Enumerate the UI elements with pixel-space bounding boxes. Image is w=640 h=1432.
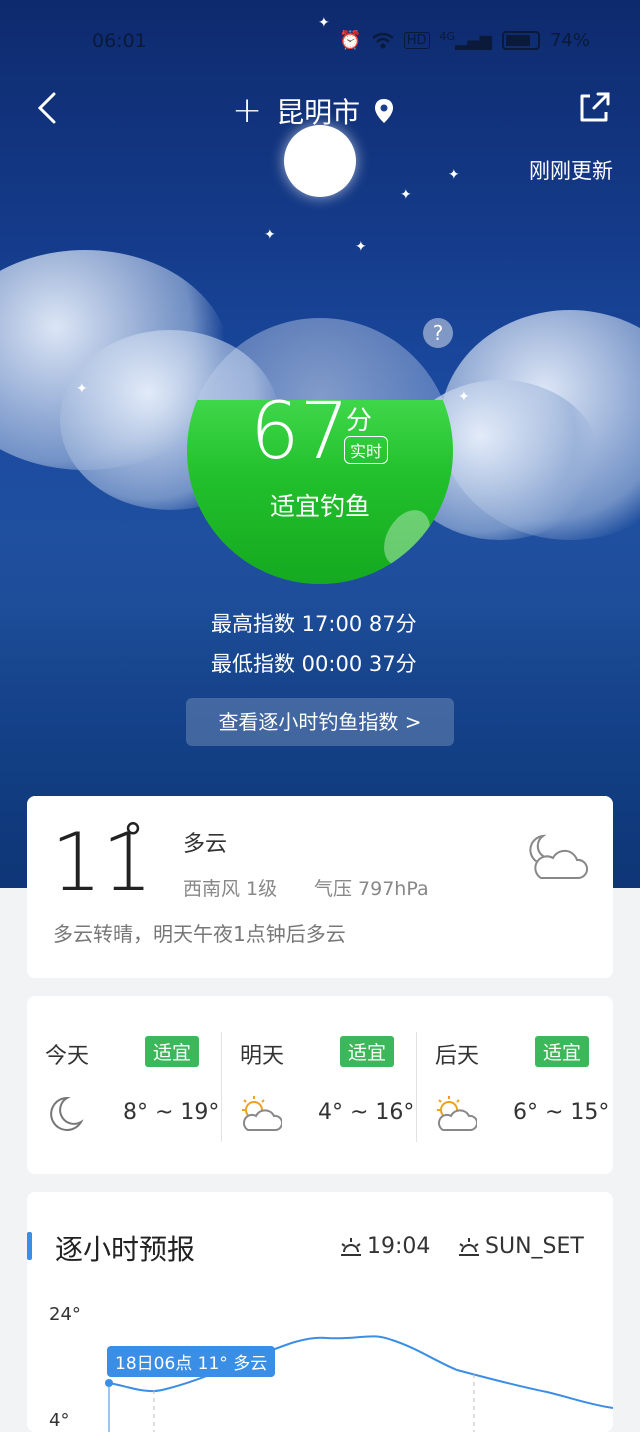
- temp-range: 4° ~ 16°: [318, 1100, 415, 1125]
- moon-icon: [50, 1096, 84, 1131]
- wifi-icon: [371, 32, 394, 48]
- suitable-badge: 适宜: [340, 1036, 395, 1067]
- degree-symbol: °: [123, 816, 143, 862]
- help-icon[interactable]: ?: [423, 318, 453, 348]
- hourly-tooltip: 18日06点 11° 多云: [107, 1346, 276, 1377]
- partly-cloudy-icon: [437, 1096, 477, 1131]
- sunrise-icon: [341, 1237, 361, 1256]
- moon-icon: [284, 125, 356, 197]
- sunset-icon: [459, 1237, 479, 1256]
- battery-icon: [501, 31, 540, 50]
- forecast-day-label: 今天: [45, 1044, 90, 1069]
- sunrise-info: 19:04: [339, 1234, 430, 1259]
- max-index: 最高指数 17:00 87分: [211, 612, 417, 636]
- signal-icon: 4G▂▄▆: [439, 30, 492, 50]
- score-unit: 分: [346, 406, 373, 436]
- alarm-icon: ⏰: [339, 30, 362, 51]
- weather-description: 多云转晴，明天午夜1点钟后多云: [53, 922, 346, 946]
- fishing-suitability: 适宜钓鱼: [269, 492, 370, 521]
- forecast-tomorrow[interactable]: 明天 适宜 4° ~ 16°: [222, 996, 417, 1174]
- star: ✦: [448, 167, 460, 183]
- wind-info: 西南风 1级: [183, 878, 278, 900]
- suitable-badge: 适宜: [145, 1036, 200, 1067]
- forecast-today[interactable]: 今天 适宜 8° ~ 19°: [27, 996, 222, 1174]
- share-button[interactable]: [574, 88, 614, 128]
- section-accent-bar: [27, 1232, 32, 1260]
- cloudy-night-icon: [529, 834, 588, 879]
- forecast-card: 今天 适宜 8° ~ 19° 明天 适宜 4° ~ 16° 后天 适宜 6° ~…: [27, 996, 613, 1174]
- hourly-fishing-button[interactable]: 查看逐小时钓鱼指数 >: [186, 698, 454, 746]
- star: ✦: [318, 15, 330, 31]
- min-index: 最低指数 00:00 37分: [211, 652, 417, 676]
- suitable-badge: 适宜: [535, 1036, 590, 1067]
- star: ✦: [458, 389, 470, 405]
- realtime-badge: 实时: [344, 436, 389, 464]
- back-button[interactable]: [30, 88, 70, 128]
- add-city-icon[interactable]: +: [232, 90, 262, 131]
- pressure-info: 气压 797hPa: [314, 878, 429, 900]
- hd-icon: HD: [403, 32, 430, 49]
- sunset-time: SUN_SET: [485, 1234, 584, 1259]
- battery-level: 74%: [549, 30, 590, 51]
- partly-cloudy-icon: [242, 1096, 282, 1131]
- network-label: 4G: [439, 30, 456, 43]
- location-pin-icon: [375, 98, 394, 123]
- star: ✦: [355, 239, 367, 255]
- status-bar: 06:01 ⏰ HD 4G▂▄▆ 74%: [0, 30, 640, 58]
- hourly-title: 逐小时预报: [55, 1233, 196, 1266]
- fishing-score: 67: [250, 387, 350, 477]
- sunset-info: SUN_SET: [457, 1234, 584, 1259]
- current-weather-card[interactable]: 11 ° 多云 西南风 1级 气压 797hPa 多云转晴，明天午夜1点钟后多云: [27, 796, 613, 978]
- hourly-temp-chart: [105, 1335, 613, 1432]
- status-time: 06:01: [92, 30, 147, 52]
- hourly-forecast-card: 逐小时预报 19:04 SUN_SET 24° 4° 18日06点 11° 多云: [27, 1192, 613, 1432]
- update-status: 刚刚更新: [529, 159, 613, 183]
- sunrise-time: 19:04: [367, 1234, 431, 1259]
- forecast-day-label: 明天: [240, 1044, 285, 1069]
- temp-range: 8° ~ 19°: [123, 1100, 220, 1125]
- star: ✦: [400, 187, 412, 203]
- forecast-day-after[interactable]: 后天 适宜 6° ~ 15°: [417, 996, 612, 1174]
- forecast-day-label: 后天: [435, 1044, 480, 1069]
- star: ✦: [76, 381, 88, 397]
- current-condition: 多云: [183, 832, 228, 857]
- star: ✦: [264, 227, 276, 243]
- temp-range: 6° ~ 15°: [513, 1100, 610, 1125]
